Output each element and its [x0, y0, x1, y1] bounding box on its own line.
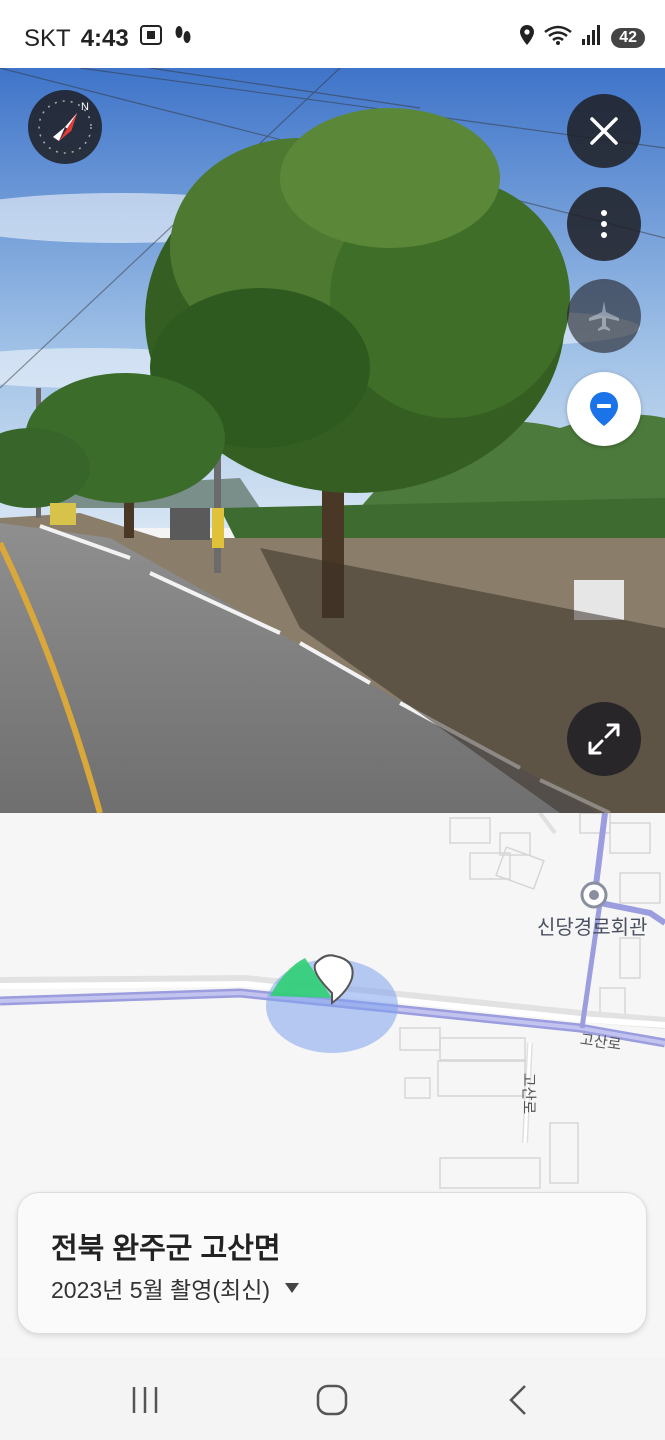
system-nav-bar — [0, 1358, 665, 1440]
expand-button[interactable] — [567, 702, 641, 776]
close-button[interactable] — [567, 94, 641, 168]
home-icon — [316, 1384, 348, 1416]
road-label-side: 고산로 — [520, 1072, 538, 1115]
compass-north-label: N — [81, 101, 89, 113]
more-options-button[interactable] — [567, 187, 641, 261]
aerial-view-button[interactable] — [567, 279, 641, 353]
dropdown-arrow-icon — [285, 1283, 300, 1293]
screenshot-icon — [139, 24, 163, 53]
more-vertical-icon — [601, 210, 607, 238]
poi-label[interactable]: 신당경로회관 — [537, 911, 647, 940]
status-right: 42 — [519, 24, 645, 51]
compass-icon: N — [38, 100, 92, 154]
capture-date-selector[interactable]: 2023년 5월 촬영(최신) — [51, 1271, 300, 1305]
carrier-label: SKT — [24, 24, 71, 52]
home-button[interactable] — [302, 1378, 362, 1422]
location-marker-button[interactable] — [567, 372, 641, 446]
location-icon — [519, 24, 535, 51]
status-bar: SKT 4:43 42 — [0, 0, 665, 70]
recent-apps-icon — [132, 1387, 158, 1413]
expand-icon — [588, 723, 620, 755]
location-pin-icon — [590, 392, 618, 426]
steps-icon — [173, 24, 193, 53]
back-button[interactable] — [488, 1378, 548, 1422]
status-left: SKT 4:43 — [24, 24, 193, 53]
location-info-card[interactable]: 전북 완주군 고산면 2023년 5월 촬영(최신) — [17, 1192, 647, 1334]
street-view-image — [0, 68, 665, 813]
clock: 4:43 — [80, 24, 129, 52]
location-title: 전북 완주군 고산면 — [51, 1233, 281, 1265]
back-icon — [509, 1385, 526, 1415]
wifi-icon — [543, 24, 573, 51]
compass-button[interactable]: N — [28, 90, 102, 164]
street-view-panorama[interactable]: N — [0, 68, 665, 813]
battery-indicator: 42 — [611, 27, 645, 48]
signal-icon — [581, 24, 603, 51]
airplane-icon — [589, 301, 619, 331]
recent-apps-button[interactable] — [115, 1378, 175, 1422]
capture-date-label: 2023년 5월 촬영(최신) — [51, 1277, 271, 1303]
close-icon — [590, 117, 618, 145]
